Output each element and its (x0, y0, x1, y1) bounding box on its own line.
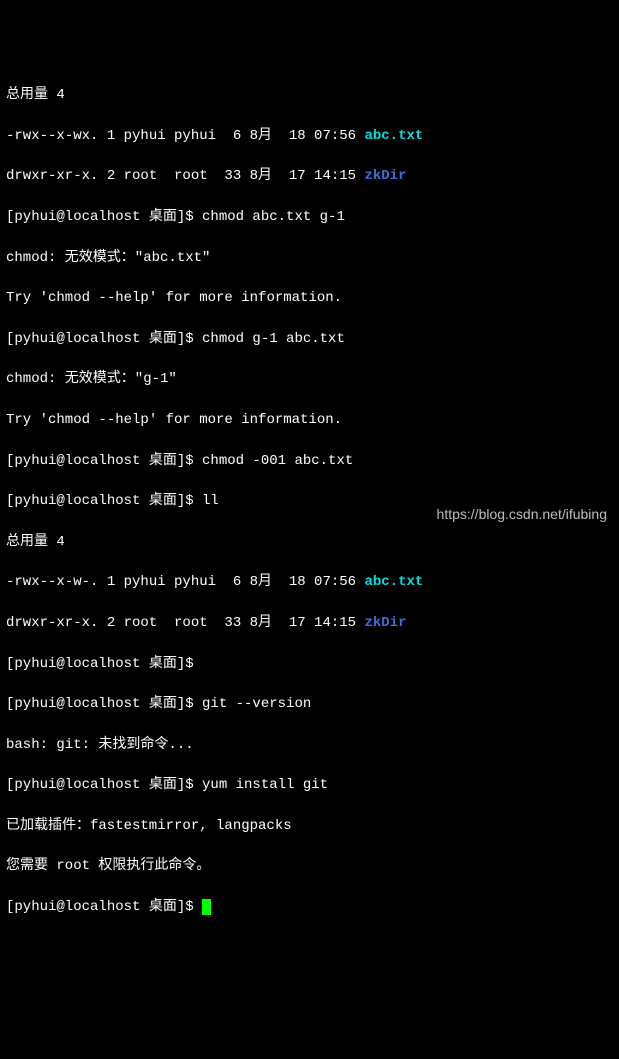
output-line: 已加载插件：fastestmirror, langpacks (6, 816, 613, 836)
watermark-text: https://blog.csdn.net/ifubing (437, 504, 607, 524)
filename-exec: abc.txt (364, 128, 423, 144)
ls-perms: drwxr-xr-x. 2 root root 33 8月 17 14:15 (6, 168, 364, 184)
output-line: Try 'chmod --help' for more information. (6, 410, 613, 430)
ls-perms: drwxr-xr-x. 2 root root 33 8月 17 14:15 (6, 615, 364, 631)
ls-row: drwxr-xr-x. 2 root root 33 8月 17 14:15 z… (6, 613, 613, 633)
output-line: Try 'chmod --help' for more information. (6, 288, 613, 308)
ls-perms: -rwx--x-w-. 1 pyhui pyhui 6 8月 18 07:56 (6, 574, 364, 590)
prompt-active[interactable]: [pyhui@localhost 桌面]$ (6, 897, 613, 917)
dirname: zkDir (364, 615, 406, 631)
output-line: bash: git: 未找到命令... (6, 735, 613, 755)
prompt-line: [pyhui@localhost 桌面]$ git --version (6, 694, 613, 714)
cursor-icon (202, 899, 211, 915)
output-line: chmod: 无效模式："g-1" (6, 369, 613, 389)
filename-exec: abc.txt (364, 574, 423, 590)
ls-row: drwxr-xr-x. 2 root root 33 8月 17 14:15 z… (6, 166, 613, 186)
prompt-line: [pyhui@localhost 桌面]$ chmod abc.txt g-1 (6, 207, 613, 227)
ls-row: -rwx--x-wx. 1 pyhui pyhui 6 8月 18 07:56 … (6, 126, 613, 146)
output-line: chmod: 无效模式："abc.txt" (6, 248, 613, 268)
terminal-line: 总用量 4 (6, 85, 613, 105)
ls-perms: -rwx--x-wx. 1 pyhui pyhui 6 8月 18 07:56 (6, 128, 364, 144)
prompt-line: [pyhui@localhost 桌面]$ chmod -001 abc.txt (6, 451, 613, 471)
prompt-line: [pyhui@localhost 桌面]$ (6, 654, 613, 674)
prompt-line: [pyhui@localhost 桌面]$ chmod g-1 abc.txt (6, 329, 613, 349)
dirname: zkDir (364, 168, 406, 184)
output-line: 您需要 root 权限执行此命令。 (6, 856, 613, 876)
ls-row: -rwx--x-w-. 1 pyhui pyhui 6 8月 18 07:56 … (6, 572, 613, 592)
terminal-line: 总用量 4 (6, 532, 613, 552)
prompt-line: [pyhui@localhost 桌面]$ yum install git (6, 775, 613, 795)
prompt-text: [pyhui@localhost 桌面]$ (6, 899, 202, 915)
